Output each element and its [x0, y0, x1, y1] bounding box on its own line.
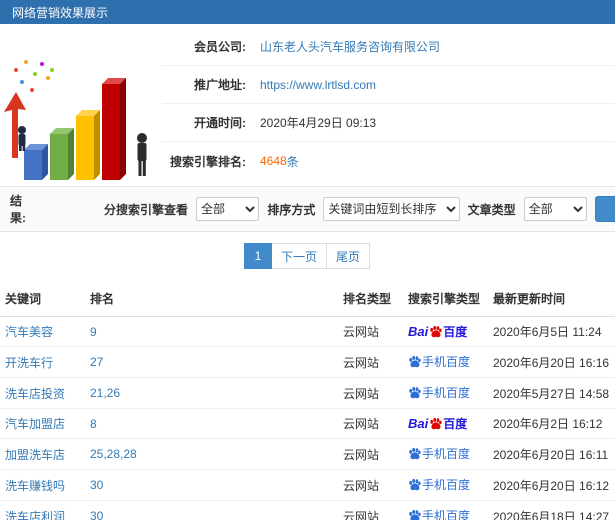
header-update-time: 最新更新时间: [488, 281, 615, 317]
keyword-link[interactable]: 洗车店利润: [5, 510, 65, 520]
rank-type: 云网站: [343, 325, 380, 339]
update-time: 2020年6月20日 16:12: [493, 478, 610, 493]
keyword-link[interactable]: 开洗车行: [5, 356, 53, 370]
engine-cell: Bai 百度: [408, 416, 468, 431]
keyword-link[interactable]: 汽车加盟店: [5, 417, 65, 431]
next-page-button[interactable]: 下一页: [270, 243, 327, 269]
keyword-link[interactable]: 洗车店投资: [5, 387, 65, 401]
rank-value: 8: [90, 416, 97, 431]
sort-label: 排序方式: [267, 202, 316, 217]
rank-value: 25,28,28: [90, 447, 137, 461]
table-row: 洗车赚钱吗 30 云网站 手机百度 2020年6月20日 16:12: [0, 469, 615, 501]
info-row-url: 推广地址: https://www.lrtlsd.com: [162, 66, 615, 104]
sort-select[interactable]: 关键词由短到长排序: [323, 197, 460, 221]
table-row: 汽车美容 9 云网站 Bai 百度 2020年6月5日 11:24: [0, 316, 615, 347]
mobile-baidu-logo: 手机百度: [408, 445, 470, 462]
table-row: 汽车加盟店 8 云网站 Bai 百度 2020年6月2日 16:12: [0, 408, 615, 439]
mobile-baidu-logo: 手机百度: [408, 353, 470, 370]
header-engine-type: 搜索引擎类型: [403, 281, 488, 317]
keyword-link[interactable]: 汽车美容: [5, 325, 53, 339]
article-type-select[interactable]: 全部: [523, 197, 588, 221]
table-row: 洗车店投资 21,26 云网站 手机百度 2020年5月27日 14:58: [0, 377, 615, 409]
baidu-paw-icon: [409, 509, 421, 520]
filter-bar: 结果: 分搜索引擎查看 全部 排序方式 关键词由短到长排序 文章类型 全部 提交: [0, 186, 615, 232]
result-label: 结果:: [10, 194, 26, 225]
header-rank-type: 排名类型: [338, 281, 403, 317]
baidu-paw-icon: [430, 325, 442, 338]
engine-cell: 手机百度: [408, 509, 470, 520]
article-type-label: 文章类型: [467, 202, 516, 217]
promo-url-link[interactable]: https://www.lrtlsd.com: [260, 78, 376, 92]
page-title: 网络营销效果展示: [12, 5, 109, 20]
mobile-baidu-logo: 手机百度: [408, 476, 470, 493]
update-time: 2020年6月20日 16:16: [493, 355, 610, 370]
promo-url-label: 推广地址:: [194, 78, 246, 92]
rank-count-unit: 条: [286, 154, 299, 169]
mobile-baidu-logo: 手机百度: [408, 507, 470, 520]
baidu-paw-icon: [409, 386, 421, 399]
engine-cell: 手机百度: [408, 478, 470, 494]
baidu-paw-icon: [409, 478, 421, 491]
rank-value: 27: [90, 355, 104, 369]
rank-type: 云网站: [343, 355, 380, 370]
rank-type: 云网站: [343, 386, 380, 401]
baidu-paw-icon: [430, 417, 442, 430]
baidu-paw-icon: [409, 447, 421, 460]
table-body: 汽车美容 9 云网站 Bai 百度 2020年6月5日 11:24 开洗车行 27…: [0, 316, 615, 520]
chart-illustration: [0, 24, 162, 186]
keyword-link[interactable]: 洗车赚钱吗: [5, 479, 65, 493]
header-keyword: 关键词: [0, 281, 85, 317]
rank-count-label: 搜索引擎排名:: [170, 154, 246, 169]
info-row-rank-count: 搜索引擎排名: 4648 条: [162, 142, 615, 180]
engine-cell: Bai 百度: [408, 324, 468, 339]
page-number-current[interactable]: 1: [243, 243, 272, 269]
header-rank: 排名: [85, 281, 338, 317]
engine-filter-select[interactable]: 全部: [196, 197, 260, 221]
open-time-value: 2020年4月29日 09:13: [260, 116, 377, 130]
engine-filter-label: 分搜索引擎查看: [103, 202, 188, 217]
engine-cell: 手机百度: [408, 355, 470, 371]
company-link[interactable]: 山东老人头汽车服务咨询有限公司: [260, 38, 440, 55]
table-row: 开洗车行 27 云网站 手机百度 2020年6月20日 16:16: [0, 346, 615, 378]
filter-controls: 分搜索引擎查看 全部 排序方式 关键词由短到长排序 文章类型 全部 提交: [104, 196, 615, 222]
rank-value: 21,26: [90, 386, 121, 400]
rank-type: 云网站: [343, 447, 380, 462]
baidu-logo: Bai 百度: [408, 416, 468, 431]
page-title-bar: 网络营销效果展示: [0, 0, 615, 24]
rank-count-value: 4648: [260, 154, 287, 168]
keyword-link[interactable]: 加盟洗车店: [5, 448, 65, 462]
table-row: 洗车店利润 30 云网站 手机百度 2020年6月18日 14:27: [0, 500, 615, 520]
pagination: 1 下一页 尾页: [0, 232, 615, 281]
company-label: 会员公司:: [194, 40, 246, 54]
keyword-rank-table: 关键词 排名 排名类型 搜索引擎类型 最新更新时间 汽车美容 9 云网站 Bai…: [0, 281, 615, 520]
bar-chart-image: [4, 60, 147, 180]
engine-cell: 手机百度: [408, 386, 470, 402]
update-time: 2020年6月20日 16:11: [493, 447, 609, 462]
mobile-baidu-logo: 手机百度: [408, 384, 470, 401]
submit-button[interactable]: 提交: [595, 196, 615, 222]
info-row-open-time: 开通时间: 2020年4月29日 09:13: [162, 104, 615, 142]
baidu-paw-icon: [409, 355, 421, 368]
rank-type: 云网站: [343, 509, 380, 520]
info-row-company: 会员公司: 山东老人头汽车服务咨询有限公司: [162, 28, 615, 66]
update-time: 2020年6月18日 14:27: [493, 509, 610, 520]
baidu-logo: Bai 百度: [408, 324, 468, 339]
update-time: 2020年5月27日 14:58: [493, 386, 610, 401]
engine-cell: 手机百度: [408, 447, 470, 463]
summary-section: 会员公司: 山东老人头汽车服务咨询有限公司 推广地址: https://www.…: [0, 24, 615, 186]
member-info-panel: 会员公司: 山东老人头汽车服务咨询有限公司 推广地址: https://www.…: [162, 24, 615, 186]
rank-type: 云网站: [343, 478, 380, 493]
rank-value: 30: [90, 509, 104, 520]
rank-value: 9: [90, 324, 97, 339]
update-time: 2020年6月2日 16:12: [493, 417, 603, 431]
rank-type: 云网站: [343, 417, 380, 431]
rank-value: 30: [90, 478, 104, 492]
update-time: 2020年6月5日 11:24: [493, 325, 602, 339]
table-header-row: 关键词 排名 排名类型 搜索引擎类型 最新更新时间: [0, 281, 615, 317]
table-row: 加盟洗车店 25,28,28 云网站 手机百度 2020年6月20日 16:11: [0, 438, 615, 470]
open-time-label: 开通时间:: [194, 116, 246, 130]
last-page-button[interactable]: 尾页: [326, 243, 371, 269]
